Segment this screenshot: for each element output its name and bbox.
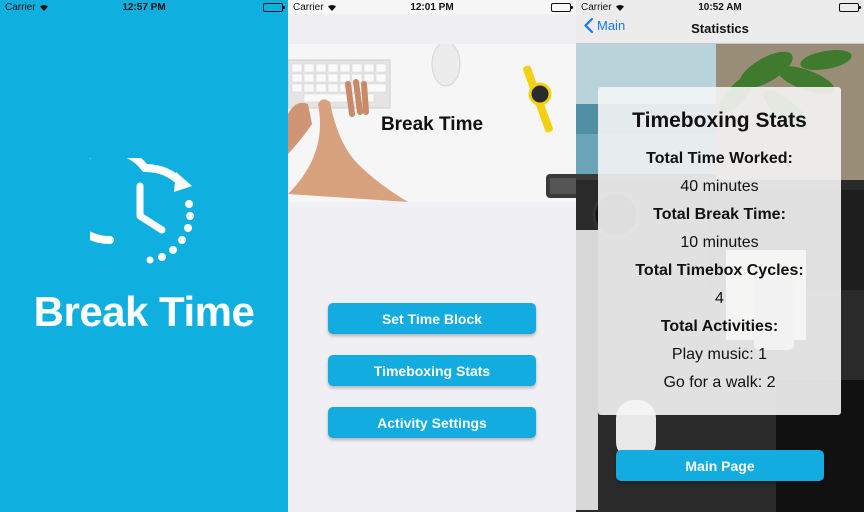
carrier-label: Carrier: [5, 1, 36, 13]
status-bar: Carrier 12:57 PM: [0, 0, 288, 14]
statistics-screen: Carrier 10:52 AM Main Statistics Timebox…: [576, 0, 864, 512]
main-menu-screen: Carrier 12:01 PM Break Time Set Time Blo…: [288, 0, 576, 512]
nav-title: Statistics: [691, 21, 749, 36]
main-page-button[interactable]: Main Page: [616, 450, 824, 481]
set-time-block-button[interactable]: Set Time Block: [328, 303, 536, 334]
status-bar: Carrier 10:52 AM: [576, 0, 864, 14]
hero-title: Break Time: [380, 114, 484, 135]
wifi-icon: [39, 4, 48, 11]
status-time: 12:01 PM: [410, 1, 454, 13]
stats-list: Total Time Worked: 40 minutes Total Brea…: [598, 145, 841, 397]
carrier-label: Carrier: [293, 1, 324, 13]
battery-icon: [203, 2, 285, 12]
clock-refresh-icon: [60, 146, 200, 268]
total-cycles-value: 4: [715, 290, 724, 307]
battery-icon: [491, 2, 573, 12]
app-title: Break Time: [33, 288, 255, 335]
total-activities-label: Total Activities:: [660, 318, 779, 335]
total-break-time-value: 10 minutes: [680, 234, 759, 251]
activity-settings-button[interactable]: Activity Settings: [328, 407, 536, 438]
battery-icon: [779, 2, 861, 12]
status-time: 10:52 AM: [698, 1, 742, 13]
navigation-bar: Carrier 10:52 AM Main Statistics: [576, 0, 864, 44]
status-bar: Carrier 12:01 PM: [288, 0, 576, 14]
splash-screen: Carrier 12:57 PM Break Time: [0, 0, 288, 512]
status-time: 12:57 PM: [122, 1, 166, 13]
wifi-icon: [327, 4, 336, 11]
hero-image: Break Time: [288, 44, 576, 202]
timeboxing-stats-button[interactable]: Timeboxing Stats: [328, 355, 536, 386]
wifi-icon: [615, 4, 624, 11]
activity-item: Go for a walk: 2: [663, 374, 776, 391]
stats-card: Timeboxing Stats Total Time Worked: 40 m…: [598, 87, 841, 415]
total-cycles-label: Total Timebox Cycles:: [635, 262, 804, 279]
stats-title: Timeboxing Stats: [632, 109, 807, 132]
total-time-worked-value: 40 minutes: [680, 178, 759, 195]
total-break-time-label: Total Break Time:: [653, 206, 786, 223]
activity-item: Play music: 1: [671, 346, 768, 363]
carrier-label: Carrier: [581, 1, 612, 13]
total-time-worked-label: Total Time Worked:: [646, 150, 793, 167]
